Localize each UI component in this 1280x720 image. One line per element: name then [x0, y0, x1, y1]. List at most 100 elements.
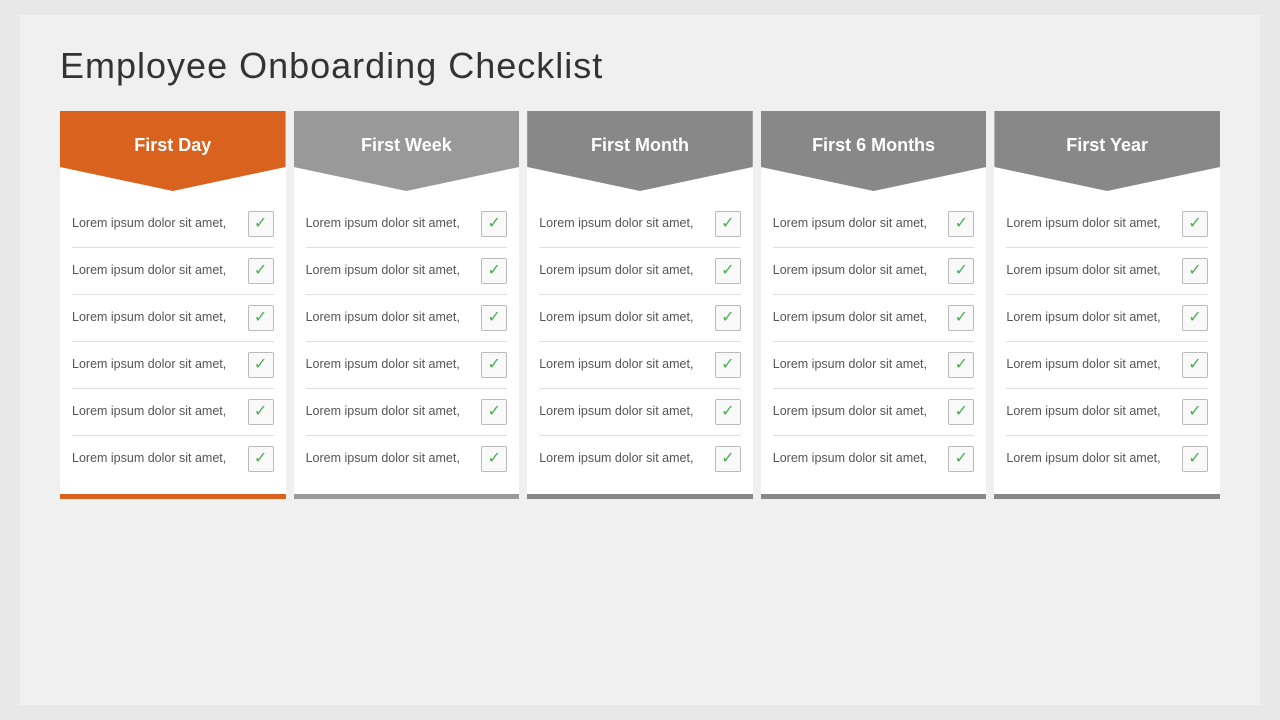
check-icon: ✓ — [1188, 451, 1201, 467]
check-icon: ✓ — [487, 216, 500, 232]
check-icon: ✓ — [955, 310, 968, 326]
checklist-item: Lorem ipsum dolor sit amet, ✓ — [773, 295, 975, 342]
column-first-6-months: First 6 MonthsLorem ipsum dolor sit amet… — [761, 111, 987, 499]
checklist-item: Lorem ipsum dolor sit amet, ✓ — [773, 342, 975, 389]
checklist-item: Lorem ipsum dolor sit amet,✓ — [306, 389, 508, 436]
checkbox[interactable]: ✓ — [715, 352, 741, 378]
item-text: Lorem ipsum dolor sit amet, — [773, 356, 941, 374]
check-icon: ✓ — [254, 404, 267, 420]
item-text: Lorem ipsum dolor sit amet, — [1006, 450, 1174, 468]
item-text: Lorem ipsum dolor sit amet, — [773, 262, 941, 280]
checkbox[interactable]: ✓ — [1182, 446, 1208, 472]
checkbox[interactable]: ✓ — [248, 258, 274, 284]
item-text: Lorem ipsum dolor sit amet, — [72, 450, 240, 468]
item-text: Lorem ipsum dolor sit amet, — [539, 356, 707, 374]
checklist-item: Lorem ipsum dolor sit amet, ✓ — [306, 248, 508, 295]
check-icon: ✓ — [487, 263, 500, 279]
item-text: Lorem ipsum dolor sit amet, — [306, 262, 474, 280]
checklist-item: Lorem ipsum dolor sit amet, ✓ — [1006, 295, 1208, 342]
item-text: Lorem ipsum dolor sit amet, — [72, 309, 240, 327]
col-body-first-week: Lorem ipsum dolor sit amet, ✓ Lorem ipsum … — [294, 191, 520, 490]
column-first-day: First Day Lorem ipsum dolor sit amet, ✓ Lor… — [60, 111, 286, 499]
item-text: Lorem ipsum dolor sit amet, — [1006, 262, 1174, 280]
checklist-item: Lorem ipsum dolor sit amet,✓ — [773, 389, 975, 436]
checkbox[interactable]: ✓ — [948, 258, 974, 284]
column-first-week: First WeekLorem ipsum dolor sit amet,✓Lo… — [294, 111, 520, 499]
checkbox[interactable]: ✓ — [948, 352, 974, 378]
checklist-item: Lorem ipsum dolor sit amet, ✓ — [539, 295, 741, 342]
item-text: Lorem ipsum dolor sit amet, — [1006, 215, 1174, 233]
check-icon: ✓ — [254, 310, 267, 326]
check-icon: ✓ — [721, 404, 734, 420]
check-icon: ✓ — [955, 357, 968, 373]
checkbox[interactable]: ✓ — [248, 352, 274, 378]
checkbox[interactable]: ✓ — [948, 305, 974, 331]
item-text: Lorem ipsum dolor sit amet, — [773, 215, 941, 233]
item-text: Lorem ipsum dolor sit amet, — [539, 309, 707, 327]
checkbox[interactable]: ✓ — [248, 305, 274, 331]
checklist-item: Lorem ipsum dolor sit amet, ✓ — [306, 436, 508, 482]
checkbox[interactable]: ✓ — [715, 446, 741, 472]
col-header-first-year: First Year — [994, 111, 1220, 191]
item-text: Lorem ipsum dolor sit amet, — [773, 450, 941, 468]
column-first-year: First YearLorem ipsum dolor sit amet,✓Lo… — [994, 111, 1220, 499]
check-icon: ✓ — [1188, 357, 1201, 373]
checkbox[interactable]: ✓ — [481, 258, 507, 284]
checklist-item: Lorem ipsum dolor sit amet,✓ — [72, 248, 274, 295]
checklist-item: Lorem ipsum dolor sit amet, ✓ — [539, 436, 741, 482]
checkbox[interactable]: ✓ — [1182, 211, 1208, 237]
check-icon: ✓ — [1188, 263, 1201, 279]
checkbox[interactable]: ✓ — [248, 211, 274, 237]
col-header-first-month: First Month — [527, 111, 753, 191]
columns-wrapper: First DayLorem ipsum dolor sit amet,✓Lor… — [60, 111, 1220, 499]
checkbox[interactable]: ✓ — [481, 305, 507, 331]
check-icon: ✓ — [254, 216, 267, 232]
check-icon: ✓ — [1188, 216, 1201, 232]
col-footer-first-year — [994, 494, 1220, 499]
checkbox[interactable]: ✓ — [248, 399, 274, 425]
checklist-item: Lorem ipsum dolor sit amet,✓ — [72, 201, 274, 248]
checkbox[interactable]: ✓ — [1182, 399, 1208, 425]
col-body-first-month: Lorem ipsum dolor sit amet, ✓ Lorem ipsum … — [527, 191, 753, 490]
page-title: Employee Onboarding Checklist — [60, 45, 1220, 87]
checklist-item: Lorem ipsum dolor sit amet, ✓ — [306, 201, 508, 248]
checkbox[interactable]: ✓ — [715, 211, 741, 237]
checkbox[interactable]: ✓ — [1182, 305, 1208, 331]
checkbox[interactable]: ✓ — [481, 446, 507, 472]
checkbox[interactable]: ✓ — [948, 446, 974, 472]
check-icon: ✓ — [721, 216, 734, 232]
checklist-item: Lorem ipsum dolor sit amet,✓ — [306, 342, 508, 389]
check-icon: ✓ — [721, 357, 734, 373]
checkbox[interactable]: ✓ — [948, 211, 974, 237]
checkbox[interactable]: ✓ — [715, 305, 741, 331]
col-header-first-day: First Day — [60, 111, 286, 191]
checkbox[interactable]: ✓ — [1182, 352, 1208, 378]
checklist-item: Lorem ipsum dolor sit amet, ✓ — [773, 436, 975, 482]
col-footer-first-day — [60, 494, 286, 499]
item-text: Lorem ipsum dolor sit amet, — [539, 450, 707, 468]
checkbox[interactable]: ✓ — [481, 399, 507, 425]
item-text: Lorem ipsum dolor sit amet, — [306, 309, 474, 327]
item-text: Lorem ipsum dolor sit amet, — [1006, 309, 1174, 327]
item-text: Lorem ipsum dolor sit amet, — [306, 450, 474, 468]
checklist-item: Lorem ipsum dolor sit amet, ✓ — [773, 201, 975, 248]
col-body-first-6-months: Lorem ipsum dolor sit amet, ✓ Lorem ipsum … — [761, 191, 987, 490]
item-text: Lorem ipsum dolor sit amet, — [773, 309, 941, 327]
check-icon: ✓ — [955, 451, 968, 467]
item-text: Lorem ipsum dolor sit amet, — [1006, 356, 1174, 374]
checklist-item: Lorem ipsum dolor sit amet,✓ — [539, 248, 741, 295]
checklist-item: Lorem ipsum dolor sit amet, ✓ — [72, 295, 274, 342]
check-icon: ✓ — [487, 404, 500, 420]
checkbox[interactable]: ✓ — [715, 258, 741, 284]
checkbox[interactable]: ✓ — [1182, 258, 1208, 284]
checklist-item: Lorem ipsum dolor sit amet, ✓ — [1006, 436, 1208, 482]
checkbox[interactable]: ✓ — [481, 211, 507, 237]
checklist-item: Lorem ipsum dolor sit amet,✓ — [72, 389, 274, 436]
checklist-item: Lorem ipsum dolor sit amet,✓ — [539, 389, 741, 436]
checkbox[interactable]: ✓ — [715, 399, 741, 425]
checklist-item: Lorem ipsum dolor sit amet, ✓ — [539, 342, 741, 389]
item-text: Lorem ipsum dolor sit amet, — [306, 215, 474, 233]
checkbox[interactable]: ✓ — [948, 399, 974, 425]
checkbox[interactable]: ✓ — [248, 446, 274, 472]
checkbox[interactable]: ✓ — [481, 352, 507, 378]
